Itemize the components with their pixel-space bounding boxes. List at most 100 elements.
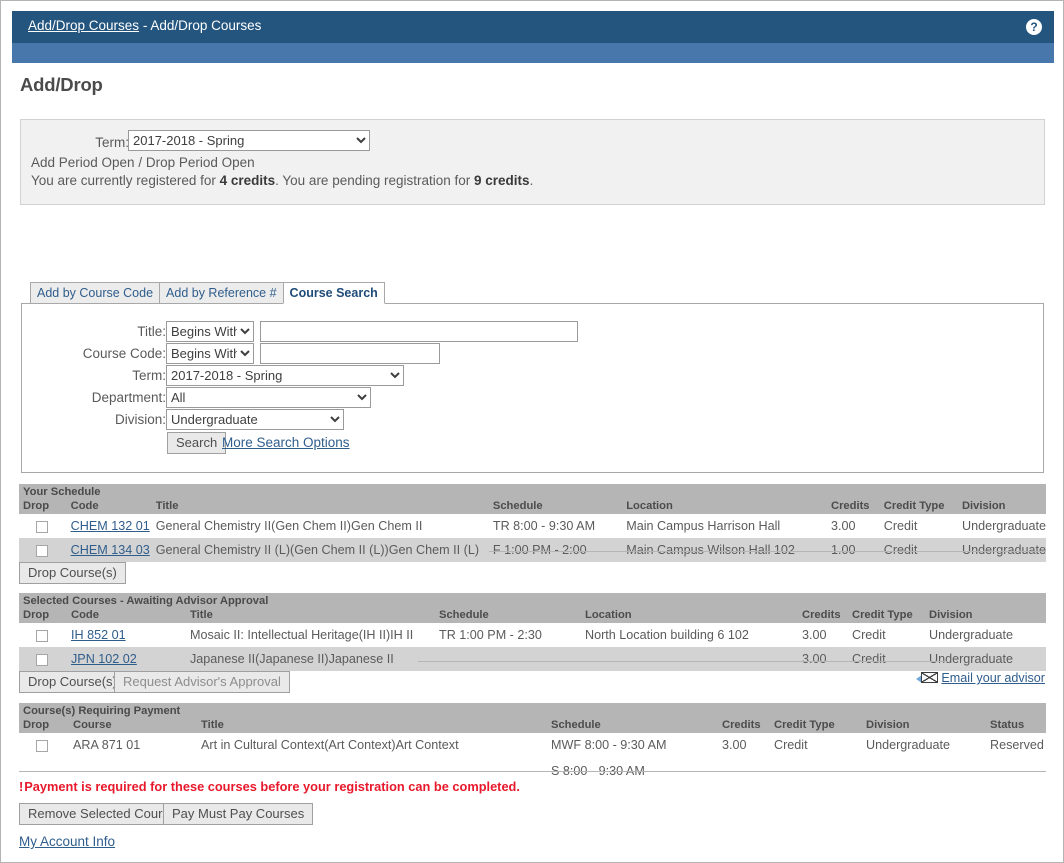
more-search-options-link[interactable]: More Search Options — [222, 435, 350, 450]
tab-add-by-reference[interactable]: Add by Reference # — [159, 282, 284, 304]
course-credits-cell: 3.00 — [827, 514, 880, 538]
envelope-icon — [921, 672, 938, 683]
course-code-cell: JPN 102 02 — [67, 647, 186, 671]
page-title: Add/Drop — [20, 74, 103, 96]
course-title-cell: General Chemistry II (L)(Gen Chem II (L)… — [152, 538, 489, 562]
your-schedule-caption: Your Schedule — [19, 484, 1046, 499]
help-icon[interactable]: ? — [1026, 19, 1042, 35]
department-select[interactable]: All — [166, 387, 371, 408]
pending-section-divider — [418, 661, 947, 662]
term-panel: Term: 2017-2018 - Spring Add Period Open… — [20, 119, 1045, 205]
drop-checkbox-cell — [19, 538, 67, 562]
drop-courses-button-schedule[interactable]: Drop Course(s) — [19, 562, 126, 584]
col-location: Location — [581, 608, 798, 623]
drop-checkbox[interactable] — [36, 521, 48, 533]
pay-must-pay-courses-button[interactable]: Pay Must Pay Courses — [163, 803, 313, 825]
credits-mid: . You are pending registration for — [275, 173, 474, 188]
email-advisor-link[interactable]: Email your advisor — [916, 671, 1045, 685]
col-division: Division — [958, 499, 1046, 514]
search-tabs: Add by Course CodeAdd by Reference #Cour… — [30, 282, 384, 304]
schedule-section-divider — [489, 551, 1046, 552]
search-term-label: Term: — [132, 368, 166, 383]
course-code-link[interactable]: IH 852 01 — [71, 628, 126, 642]
payment-caption-row: Course(s) Requiring Payment — [19, 703, 1046, 718]
col-code: Code — [67, 499, 152, 514]
course-division-cell: Undergraduate — [958, 538, 1046, 562]
schedule-line-1: MWF 8:00 - 9:30 AM — [551, 738, 718, 752]
col-code: Code — [67, 608, 186, 623]
col-division: Division — [862, 718, 986, 733]
term-period-status: Add Period Open / Drop Period Open — [31, 155, 255, 170]
course-division-cell: Undergraduate — [958, 514, 1046, 538]
course-credit-type-cell: Credit — [848, 623, 925, 647]
search-department-row: Department: — [22, 387, 166, 409]
your-schedule-header-row: Drop Code Title Schedule Location Credit… — [19, 499, 1046, 514]
term-label: Term: — [95, 135, 129, 150]
course-credits-cell: 3.00 — [718, 733, 770, 783]
col-drop: Drop — [19, 718, 69, 733]
tab-course-search[interactable]: Course Search — [283, 282, 385, 304]
drop-checkbox[interactable] — [36, 654, 48, 666]
term-credits-summary: You are currently registered for 4 credi… — [31, 173, 533, 188]
course-schedule-cell — [435, 647, 581, 671]
col-credit-type: Credit Type — [770, 718, 862, 733]
search-term-select[interactable]: 2017-2018 - Spring — [166, 365, 404, 386]
credits-end: . — [530, 173, 534, 188]
payment-section-divider — [19, 771, 1046, 772]
pending-header-row: Drop Code Title Schedule Location Credit… — [19, 608, 1046, 623]
course-title-cell: General Chemistry II(Gen Chem II)Gen Che… — [152, 514, 489, 538]
col-drop: Drop — [19, 499, 67, 514]
table-row: JPN 102 02 Japanese II(Japanese II)Japan… — [19, 647, 1046, 671]
course-code-input[interactable] — [260, 343, 440, 364]
course-code-link[interactable]: CHEM 132 01 — [71, 519, 150, 533]
my-account-info-link[interactable]: My Account Info — [19, 834, 115, 849]
search-division-row: Division: — [22, 409, 166, 431]
course-division-cell: Undergraduate — [862, 733, 986, 783]
drop-checkbox[interactable] — [36, 740, 48, 752]
term-select[interactable]: 2017-2018 - Spring — [128, 130, 370, 151]
course-schedule-cell: MWF 8:00 - 9:30 AM S 8:00 - 9:30 AM — [547, 733, 718, 783]
your-schedule-caption-row: Your Schedule — [19, 484, 1046, 499]
course-code-cell: ARA 871 01 — [69, 733, 197, 783]
breadcrumb-link[interactable]: Add/Drop Courses — [28, 18, 139, 33]
course-code-operator-select[interactable]: Begins With — [166, 343, 254, 364]
search-term-row: Term: — [22, 365, 166, 387]
pending-approval-table: Selected Courses - Awaiting Advisor Appr… — [19, 593, 1046, 671]
division-select[interactable]: Undergraduate — [166, 409, 344, 430]
course-division-cell: Undergraduate — [925, 647, 1046, 671]
search-button[interactable]: Search — [167, 432, 226, 454]
table-row: CHEM 132 01 General Chemistry II(Gen Che… — [19, 514, 1046, 538]
course-credit-type-cell: Credit — [880, 538, 958, 562]
course-location-cell: North Location building 6 102 — [581, 623, 798, 647]
course-schedule-cell: TR 8:00 - 9:30 AM — [489, 514, 622, 538]
drop-checkbox-cell — [19, 647, 67, 671]
payment-warning-text: Payment is required for these courses be… — [24, 779, 520, 794]
col-credits: Credits — [827, 499, 880, 514]
table-row: CHEM 134 03 General Chemistry II (L)(Gen… — [19, 538, 1046, 562]
drop-checkbox-cell — [19, 514, 67, 538]
pending-caption: Selected Courses - Awaiting Advisor Appr… — [19, 593, 1046, 608]
request-advisor-approval-button[interactable]: Request Advisor's Approval — [114, 671, 290, 693]
course-code-link[interactable]: CHEM 134 03 — [71, 543, 150, 557]
department-label: Department: — [92, 390, 166, 405]
payment-warning: !Payment is required for these courses b… — [19, 779, 520, 794]
col-title: Title — [152, 499, 489, 514]
col-title: Title — [186, 608, 435, 623]
title-input[interactable] — [260, 321, 578, 342]
course-credits-cell: 1.00 — [827, 538, 880, 562]
course-title-cell: Art in Cultural Context(Art Context)Art … — [197, 733, 547, 783]
course-code-link[interactable]: JPN 102 02 — [71, 652, 137, 666]
breadcrumb-separator: - — [139, 18, 150, 33]
search-title-row: Title: — [22, 321, 166, 343]
col-credits: Credits — [718, 718, 770, 733]
course-search-panel: Title: Begins With Course Code: Begins W… — [21, 303, 1044, 473]
col-schedule: Schedule — [547, 718, 718, 733]
drop-checkbox[interactable] — [36, 545, 48, 557]
drop-checkbox[interactable] — [36, 630, 48, 642]
col-drop: Drop — [19, 608, 67, 623]
drop-courses-button-pending[interactable]: Drop Course(s) — [19, 671, 126, 693]
col-schedule: Schedule — [435, 608, 581, 623]
payment-header-row: Drop Course Title Schedule Credits Credi… — [19, 718, 1046, 733]
title-operator-select[interactable]: Begins With — [166, 321, 254, 342]
tab-add-by-course-code[interactable]: Add by Course Code — [30, 282, 160, 304]
